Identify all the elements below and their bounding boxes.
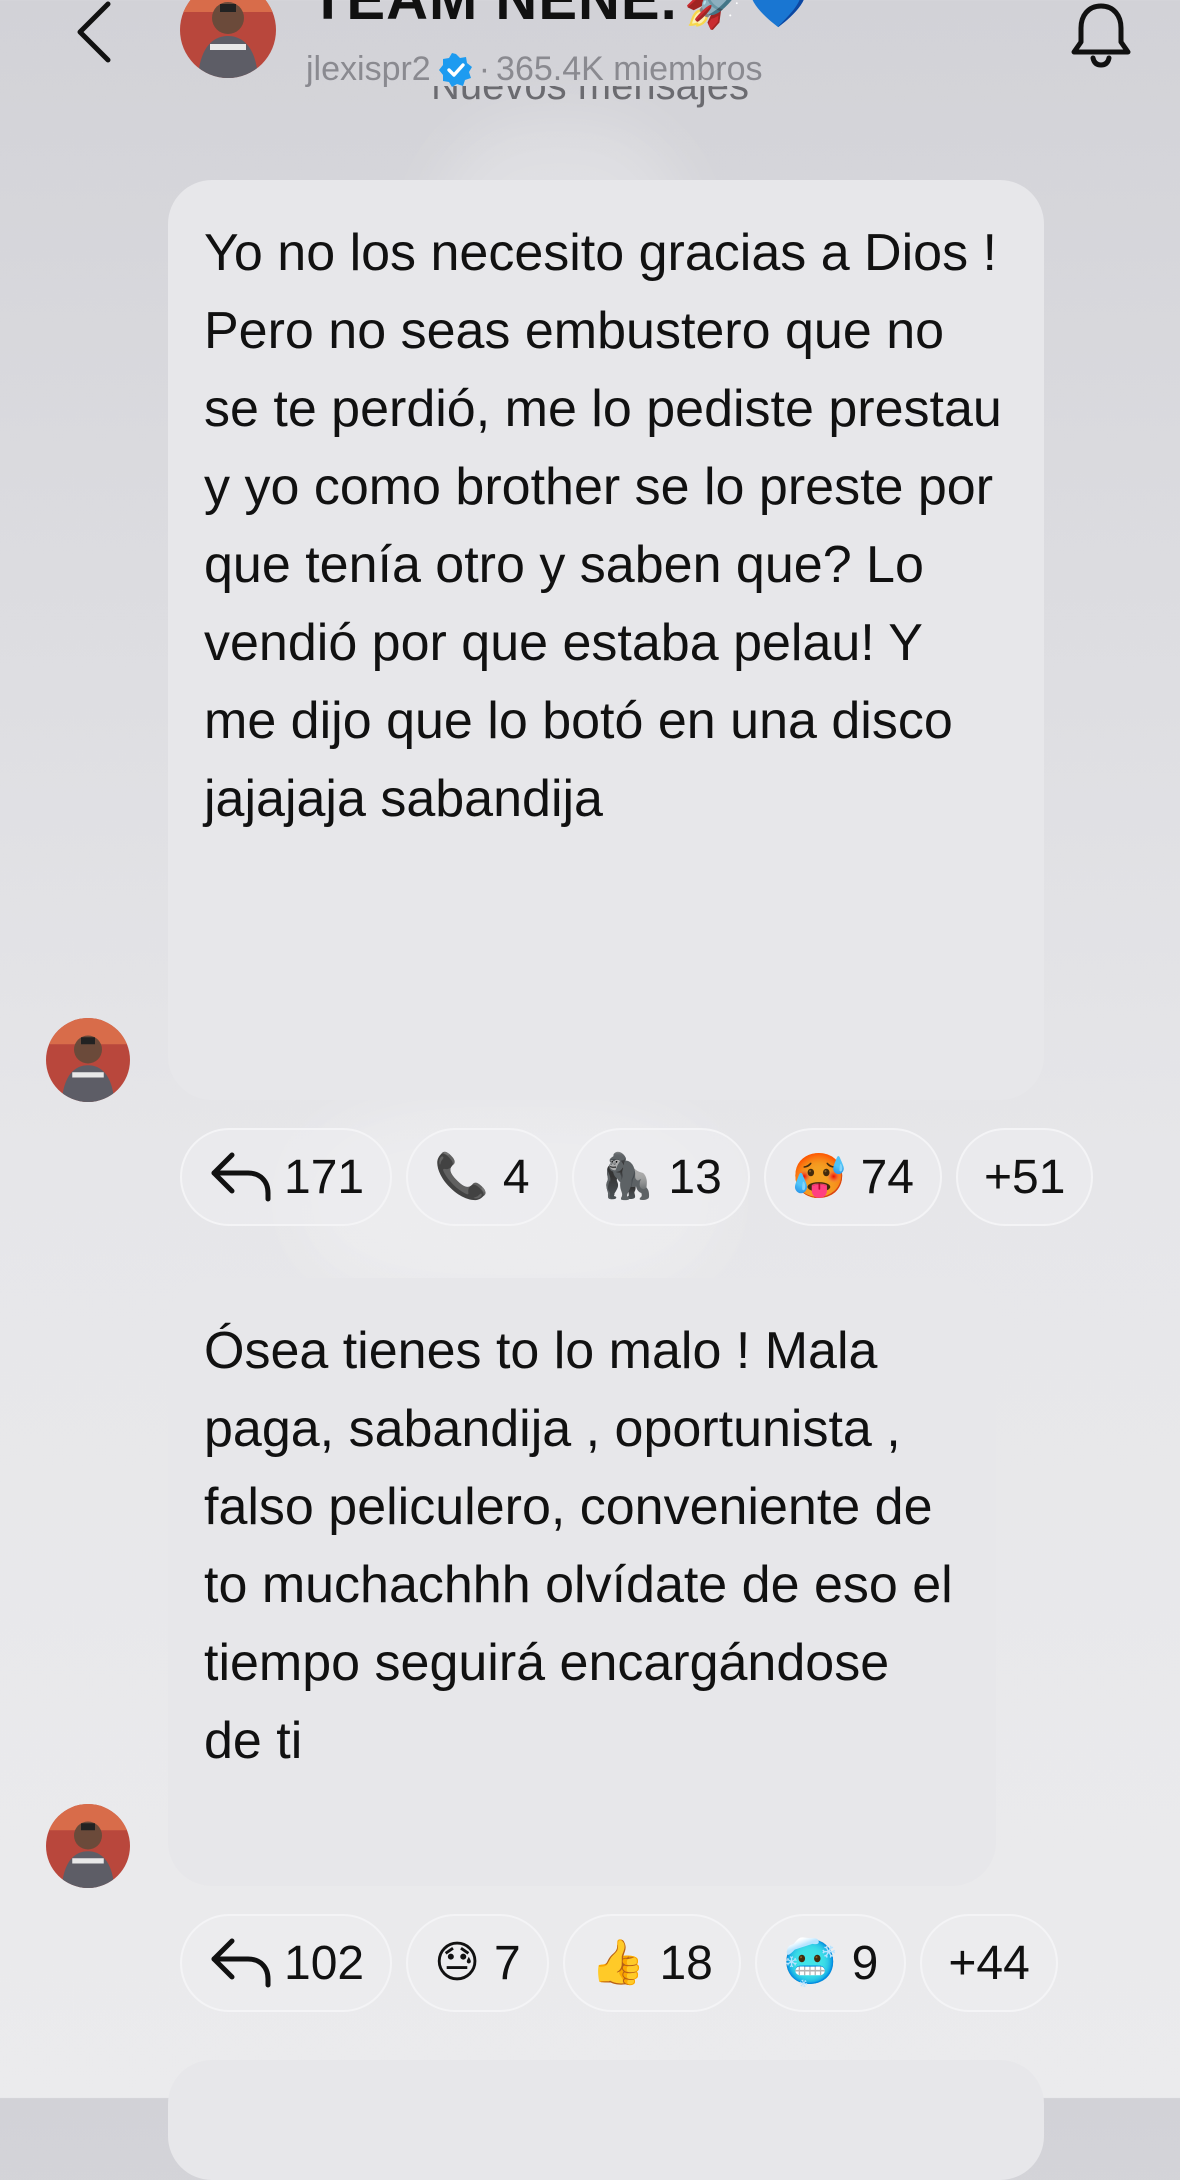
thumbs-up-emoji-icon: 👍 [590, 1938, 646, 1987]
back-button[interactable] [70, 0, 120, 64]
message-bubble[interactable]: Ósea tienes to lo malo ! Mala paga, saba… [168, 1278, 996, 1886]
reaction-bar: 102 😓 7 👍 18 🥶 9 +44 [180, 1914, 1058, 2012]
cold-face-emoji-icon: 🥶 [782, 1938, 838, 1987]
more-reactions-count: +44 [948, 1936, 1030, 1990]
new-messages-divider: Nuevos mensajes [0, 86, 1180, 130]
channel-title: TEAM NENE.🚀💙 [310, 0, 810, 33]
downcast-sweat-emoji-icon: 😓 [434, 1938, 480, 1987]
sender-avatar[interactable] [46, 1018, 130, 1102]
message-bubble-partial[interactable] [168, 2060, 1044, 2180]
channel-username: jlexispr2 [306, 50, 431, 88]
message-bubble[interactable]: Yo no los necesito gracias a Dios ! Pero… [168, 180, 1044, 1100]
more-reactions-chip[interactable]: +51 [955, 1128, 1094, 1226]
reply-count-chip[interactable]: 102 [180, 1914, 393, 2012]
reaction-count: 4 [502, 1150, 530, 1204]
channel-subtitle[interactable]: jlexispr2 · 365.4K miembros [306, 50, 763, 89]
hot-face-emoji-icon: 🥵 [791, 1152, 847, 1201]
reaction-chip[interactable]: 👍 18 [562, 1914, 741, 2012]
reply-icon [211, 1152, 271, 1202]
new-messages-label: Nuevos mensajes [431, 86, 749, 108]
reaction-count: 13 [668, 1150, 722, 1204]
more-reactions-count: +51 [983, 1150, 1066, 1204]
rocket-heart-emoji-icon: 🚀💙 [683, 0, 811, 30]
message-text: Ósea tienes to lo malo ! Mala paga, saba… [204, 1322, 953, 1770]
channel-title-text: TEAM NENE. [310, 0, 678, 32]
sender-avatar[interactable] [46, 1804, 130, 1888]
message-text: Yo no los necesito gracias a Dios ! Pero… [204, 224, 1002, 828]
reply-icon [211, 1938, 271, 1988]
reaction-count: 171 [284, 1150, 365, 1204]
subtitle-separator: · [478, 50, 491, 88]
reaction-count: 7 [493, 1936, 521, 1990]
telephone-receiver-emoji-icon: 📞 [434, 1152, 489, 1201]
reaction-chip[interactable]: 😓 7 [406, 1914, 549, 2012]
channel-avatar[interactable] [180, 0, 276, 78]
reaction-chip[interactable]: 🦍 13 [571, 1128, 750, 1226]
notifications-button[interactable] [1066, 0, 1136, 70]
member-count: 365.4K miembros [496, 50, 763, 88]
bell-icon [1071, 3, 1131, 68]
reply-count-chip[interactable]: 171 [180, 1128, 393, 1226]
more-reactions-chip[interactable]: +44 [920, 1914, 1058, 2012]
reaction-count: 18 [659, 1936, 713, 1990]
reaction-chip[interactable]: 🥵 74 [763, 1128, 942, 1226]
verified-badge-icon [438, 52, 472, 87]
reaction-count: 102 [284, 1936, 365, 1990]
reaction-chip[interactable]: 📞 4 [406, 1128, 558, 1226]
reaction-chip[interactable]: 🥶 9 [754, 1914, 907, 2012]
avatar-image [46, 1018, 130, 1102]
avatar-image [46, 1804, 130, 1888]
gorilla-emoji-icon: 🦍 [599, 1152, 655, 1201]
reaction-count: 74 [860, 1150, 914, 1204]
avatar-image [180, 0, 276, 78]
reaction-bar: 171 📞 4 🦍 13 🥵 74 +51 [180, 1128, 1094, 1226]
reaction-count: 9 [851, 1936, 879, 1990]
chevron-left-icon [77, 1, 111, 63]
